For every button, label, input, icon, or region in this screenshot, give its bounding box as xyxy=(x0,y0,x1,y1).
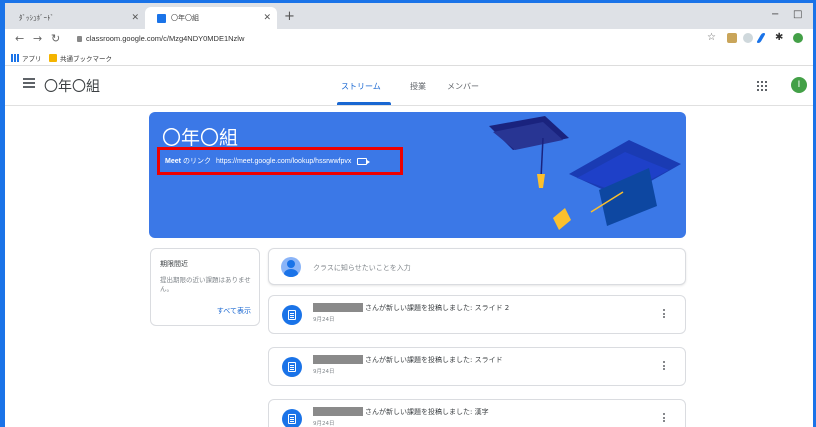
bookmark-folder[interactable]: 共通ブックマーク xyxy=(49,53,112,63)
close-tab-icon[interactable]: ✕ xyxy=(131,13,139,23)
tab-label: ﾀﾞｯｼｭﾎﾞｰﾄﾞ xyxy=(19,14,54,22)
apps-grid-icon[interactable] xyxy=(757,81,767,91)
tab-people[interactable]: メンバー xyxy=(447,81,479,92)
post-title: さんが新しい課題を投稿しました: スライド 2 xyxy=(365,304,510,312)
url-field[interactable]: classroom.google.com/c/Mzg4NDY0MDE1Nzlw xyxy=(77,34,244,43)
back-icon[interactable]: ← xyxy=(15,32,24,45)
meet-suffix: のリンク xyxy=(182,158,211,165)
classroom-favicon-icon xyxy=(157,13,166,23)
class-name: 〇年〇組 xyxy=(44,78,100,94)
more-options-icon[interactable] xyxy=(663,413,666,424)
tab-dashboard[interactable]: ﾀﾞｯｼｭﾎﾞｰﾄﾞ ✕ xyxy=(7,7,145,29)
upcoming-description: 提出期限の近い課題はありません。 xyxy=(160,276,251,293)
bookmark-label: アプリ xyxy=(22,55,42,63)
forward-icon[interactable]: → xyxy=(33,32,42,45)
post-date: 9月24日 xyxy=(313,369,335,375)
meet-link-row: Meet のリンク https://meet.google.com/lookup… xyxy=(165,156,371,166)
extension-icon[interactable] xyxy=(727,33,737,43)
post-date: 9月24日 xyxy=(313,317,335,323)
more-options-icon[interactable] xyxy=(663,361,666,372)
url-text: classroom.google.com/c/Mzg4NDY0MDE1Nzlw xyxy=(86,34,245,43)
announcement-placeholder: クラスに知らせたいことを入力 xyxy=(313,264,411,272)
tab-classroom[interactable]: 〇年〇組 ✕ xyxy=(145,7,277,29)
star-icon[interactable]: ☆ xyxy=(707,32,716,43)
tab-label: 〇年〇組 xyxy=(171,14,199,22)
classroom-header: 〇年〇組 ストリーム 授業 メンバー I xyxy=(5,66,813,106)
bookmark-apps[interactable]: アプリ xyxy=(11,53,42,63)
class-banner: 〇年〇組 Meet のリンク https://meet.google.com/l… xyxy=(149,112,686,238)
list-item[interactable]: さんが新しい課題を投稿しました: 漢字 9月24日 xyxy=(268,399,686,427)
active-tab-indicator xyxy=(337,102,391,105)
bookmark-label: 共通ブックマーク xyxy=(60,55,112,63)
tab-classwork[interactable]: 授業 xyxy=(410,81,426,92)
assignment-icon xyxy=(282,305,302,325)
minimize-icon[interactable]: − xyxy=(771,9,779,20)
account-avatar[interactable]: I xyxy=(791,77,807,93)
extensions-puzzle-icon[interactable]: ✱ xyxy=(775,32,783,43)
list-item[interactable]: さんが新しい課題を投稿しました: スライド 2 9月24日 xyxy=(268,295,686,334)
new-tab-button[interactable]: + xyxy=(284,9,295,24)
banner-title: 〇年〇組 xyxy=(162,128,239,149)
post-title: さんが新しい課題を投稿しました: スライド xyxy=(365,356,503,364)
more-options-icon[interactable] xyxy=(663,309,666,320)
folder-icon xyxy=(49,54,57,62)
profile-avatar[interactable] xyxy=(793,33,803,43)
redacted-name xyxy=(313,355,363,364)
lock-icon xyxy=(77,36,82,42)
redacted-name xyxy=(313,303,363,312)
maximize-icon[interactable]: □ xyxy=(793,9,802,20)
meet-label: Meet xyxy=(165,157,181,165)
post-date: 9月24日 xyxy=(313,421,335,427)
announcement-box[interactable]: クラスに知らせたいことを入力 xyxy=(268,248,686,285)
assignment-icon xyxy=(282,409,302,427)
pen-extension-icon[interactable] xyxy=(756,33,766,43)
assignment-icon xyxy=(282,357,302,377)
main-menu-icon[interactable] xyxy=(23,78,35,88)
reload-icon[interactable]: ↻ xyxy=(51,32,60,45)
extension-icon[interactable] xyxy=(743,33,753,43)
browser-window: ﾀﾞｯｼｭﾎﾞｰﾄﾞ ✕ 〇年〇組 ✕ + − □ ← → ↻ classroo… xyxy=(5,3,813,427)
apps-icon xyxy=(11,54,19,62)
tab-strip: ﾀﾞｯｼｭﾎﾞｰﾄﾞ ✕ 〇年〇組 ✕ + − □ xyxy=(5,3,813,29)
tab-stream[interactable]: ストリーム xyxy=(341,81,381,92)
video-camera-icon[interactable] xyxy=(357,157,371,165)
user-avatar xyxy=(281,257,301,277)
upcoming-card: 期限間近 提出期限の近い課題はありません。 すべて表示 xyxy=(150,248,260,326)
meet-link[interactable]: https://meet.google.com/lookup/hssrwwfpv… xyxy=(216,158,351,165)
list-item[interactable]: さんが新しい課題を投稿しました: スライド 9月24日 xyxy=(268,347,686,386)
upcoming-title: 期限間近 xyxy=(160,260,188,268)
close-tab-icon[interactable]: ✕ xyxy=(263,13,271,23)
redacted-name xyxy=(313,407,363,416)
address-bar: ← → ↻ classroom.google.com/c/Mzg4NDY0MDE… xyxy=(5,29,813,49)
post-title: さんが新しい課題を投稿しました: 漢字 xyxy=(365,408,489,416)
view-all-link[interactable]: すべて表示 xyxy=(217,306,251,316)
bookmarks-bar: アプリ 共通ブックマーク xyxy=(5,49,813,66)
